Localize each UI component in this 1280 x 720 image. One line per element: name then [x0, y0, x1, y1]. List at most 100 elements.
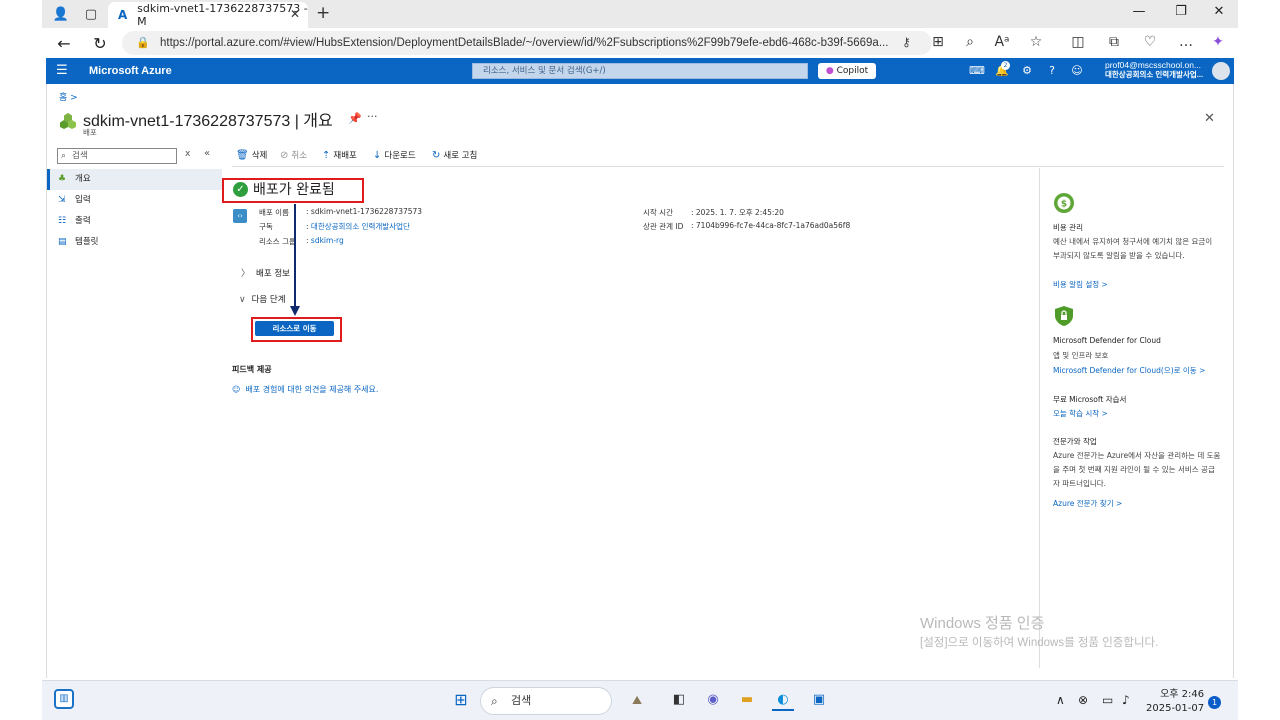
minimize-button[interactable]: — [1124, 4, 1154, 19]
network-icon[interactable]: ▭ [1102, 693, 1113, 707]
start-time-label: 시작 시간 [643, 208, 673, 217]
favorite-icon[interactable]: ☆ [1026, 34, 1046, 50]
url-field[interactable]: 🔒 https://portal.azure.com/#view/HubsExt… [122, 31, 932, 55]
azure-logo-icon: A [118, 8, 128, 22]
redeploy-button[interactable]: ⇡ 재배포 [322, 149, 357, 161]
close-window-button[interactable]: ✕ [1204, 4, 1234, 19]
download-button[interactable]: ↓ 다운로드 [373, 149, 416, 161]
zoom-icon[interactable]: ⌕ [960, 34, 980, 50]
start-menu-icon[interactable]: ⊞ [450, 689, 472, 711]
delete-label: 삭제 [251, 151, 268, 161]
account-info[interactable]: prof04@mscsschool.on... 대한상공회의소 인력개발사업..… [1105, 60, 1203, 80]
search-highlight-icon[interactable]: ⛰ [626, 689, 648, 711]
activation-watermark-text: [설정]으로 이동하여 Windows를 정품 인증합니다. [920, 637, 1159, 649]
subscription-link[interactable]: 대한상공회의소 인력개발사업단 [311, 222, 410, 231]
sidebar-item-overview[interactable]: ♣ 개요 [47, 169, 222, 190]
extensions-icon[interactable]: ♡ [1140, 34, 1160, 50]
download-label: 다운로드 [384, 151, 416, 161]
sidebar-item-label: 입력 [75, 195, 91, 205]
correlation-id-value: : 7104b996-fc7e-44ca-8fc7-1a76ad0a56f8 [691, 221, 851, 230]
feedback-link[interactable]: ☺ 배포 경험에 대한 의견을 제공해 주세요. [232, 384, 378, 395]
tray-chevron-icon[interactable]: ∧ [1056, 693, 1065, 707]
widgets-icon[interactable]: ▥ [54, 689, 74, 709]
defender-title: Microsoft Defender for Cloud [1053, 336, 1161, 345]
key-icon[interactable]: ⚷ [902, 35, 911, 49]
taskbar-search[interactable]: ⌕ 검색 [480, 687, 612, 715]
task-view-icon[interactable]: ◧ [668, 689, 690, 711]
store-icon[interactable]: ▣ [808, 689, 830, 711]
expert-link[interactable]: Azure 전문가 찾기 > [1053, 498, 1122, 509]
trash-icon: 🗑 [236, 150, 249, 161]
pin-icon[interactable]: 📌 [348, 112, 362, 125]
feedback-icon: ☺ [232, 385, 241, 394]
copilot-sidebar-icon[interactable]: ✦ [1208, 34, 1228, 50]
feedback-link-text: 배포 경험에 대한 의견을 제공해 주세요. [245, 385, 379, 394]
deployment-status: 배포가 완료됨 [253, 182, 335, 198]
file-explorer-icon[interactable]: ▬ [736, 689, 758, 711]
volume-icon[interactable]: ♪ [1122, 693, 1130, 707]
subscription-label: 구독 [259, 222, 273, 231]
go-to-resource-button[interactable]: 리소스로 이동 [255, 321, 334, 336]
split-screen-icon[interactable]: ◫ [1068, 34, 1088, 50]
more-menu-icon[interactable]: … [1176, 34, 1196, 50]
screen: 👤 ▢ A sdkim-vnet1-1736228737573 - M ✕ + … [42, 0, 1238, 720]
app-available-icon[interactable]: ⊞ [928, 34, 948, 50]
next-steps-toggle[interactable]: ∨ 다음 단계 [239, 293, 286, 305]
cloud-shell-icon[interactable]: ⌨ [969, 64, 985, 77]
tutorial-link[interactable]: 오늘 학습 시작 > [1053, 408, 1108, 419]
notification-center-badge[interactable]: 1 [1208, 696, 1221, 709]
teams-chat-icon[interactable]: ◉ [702, 689, 724, 711]
copilot-button[interactable]: ● Copilot [818, 63, 876, 79]
close-tab-icon[interactable]: ✕ [290, 7, 300, 21]
collections-icon[interactable]: ⧉ [1104, 34, 1124, 50]
more-options-icon[interactable]: ··· [367, 110, 378, 123]
cost-link[interactable]: 비용 알림 설정 > [1053, 279, 1108, 290]
cost-text: 예산 내에서 유지하여 청구서에 예기치 않은 요금이 부과되지 않도록 알림을… [1053, 237, 1213, 260]
subscription-row: : 대한상공회의소 인력개발사업단 [306, 222, 410, 231]
defender-link[interactable]: Microsoft Defender for Cloud(으)로 이동 > [1053, 365, 1205, 376]
refresh-label: 새로 고침 [443, 151, 478, 161]
global-search-input[interactable]: 리소스, 서비스 및 문서 검색(G+/) [472, 63, 808, 79]
new-tab-button[interactable]: + [316, 3, 330, 23]
close-blade-icon[interactable]: ✕ [1204, 111, 1215, 126]
read-aloud-icon[interactable]: Aᵃ [992, 34, 1012, 50]
hamburger-menu-icon[interactable]: ☰ [56, 63, 68, 78]
refresh-button[interactable]: ↻ [90, 34, 110, 53]
windows-taskbar: ▥ ⊞ ⌕ 검색 ⛰ ◧ ◉ ▬ ◐ ▣ ∧ ⊗ ▭ ♪ 오후 2:46 202… [42, 680, 1238, 720]
cancel-button[interactable]: ⊘ 취소 [280, 149, 307, 161]
sidebar-search-input[interactable]: ⌕ 검색 [57, 148, 177, 164]
refresh-command-button[interactable]: ↻ 새로 고침 [432, 149, 477, 161]
deployment-details-toggle[interactable]: 〉 배포 정보 [241, 266, 290, 279]
feedback-icon[interactable]: ☺ [1069, 64, 1085, 77]
collapse-sidebar-icon[interactable]: « [204, 148, 210, 159]
avatar[interactable] [1212, 62, 1230, 80]
sidebar-item-input[interactable]: ⇲ 입력 [47, 190, 222, 211]
tab-actions-icon[interactable]: ▢ [82, 5, 100, 23]
search-icon: ⌕ [61, 151, 67, 161]
redeploy-label: 재배포 [333, 151, 357, 161]
svg-text:$: $ [1061, 200, 1067, 210]
page-subtitle: 배포 [83, 128, 97, 137]
page-title: sdkim-vnet1-1736228737573 | 개요 [83, 113, 333, 130]
command-bar: 🗑 삭제 ⊘ 취소 ⇡ 재배포 ↓ 다운로드 ↻ 새로 고침 [232, 147, 1224, 167]
taskbar-clock[interactable]: 오후 2:46 2025-01-07 [1146, 688, 1204, 716]
tray-status-icon[interactable]: ⊗ [1078, 693, 1088, 707]
tutorial-title: 무료 Microsoft 자습서 [1053, 395, 1127, 404]
clear-search-icon[interactable]: x [185, 149, 190, 159]
delete-button[interactable]: 🗑 삭제 [236, 149, 267, 161]
edge-browser-icon[interactable]: ◐ [772, 689, 794, 711]
deployment-name-label: 배포 이름 [259, 208, 289, 217]
help-icon[interactable]: ? [1044, 64, 1060, 77]
breadcrumb[interactable]: 홈 > [59, 90, 78, 103]
profile-icon[interactable]: 👤 [52, 5, 70, 23]
sidebar-item-output[interactable]: ☷ 출력 [47, 211, 222, 232]
azure-brand[interactable]: Microsoft Azure [89, 65, 172, 77]
browser-tab[interactable]: A sdkim-vnet1-1736228737573 - M ✕ [108, 2, 308, 28]
back-button[interactable]: ← [54, 34, 74, 53]
clock-date: 2025-01-07 [1146, 703, 1205, 714]
settings-gear-icon[interactable]: ⚙ [1019, 64, 1035, 77]
restore-button[interactable]: ❐ [1166, 4, 1196, 19]
sidebar-item-template[interactable]: ▤ 템플릿 [47, 232, 222, 253]
resource-group-link[interactable]: sdkim-rg [311, 236, 344, 245]
refresh-icon: ↻ [432, 150, 441, 161]
